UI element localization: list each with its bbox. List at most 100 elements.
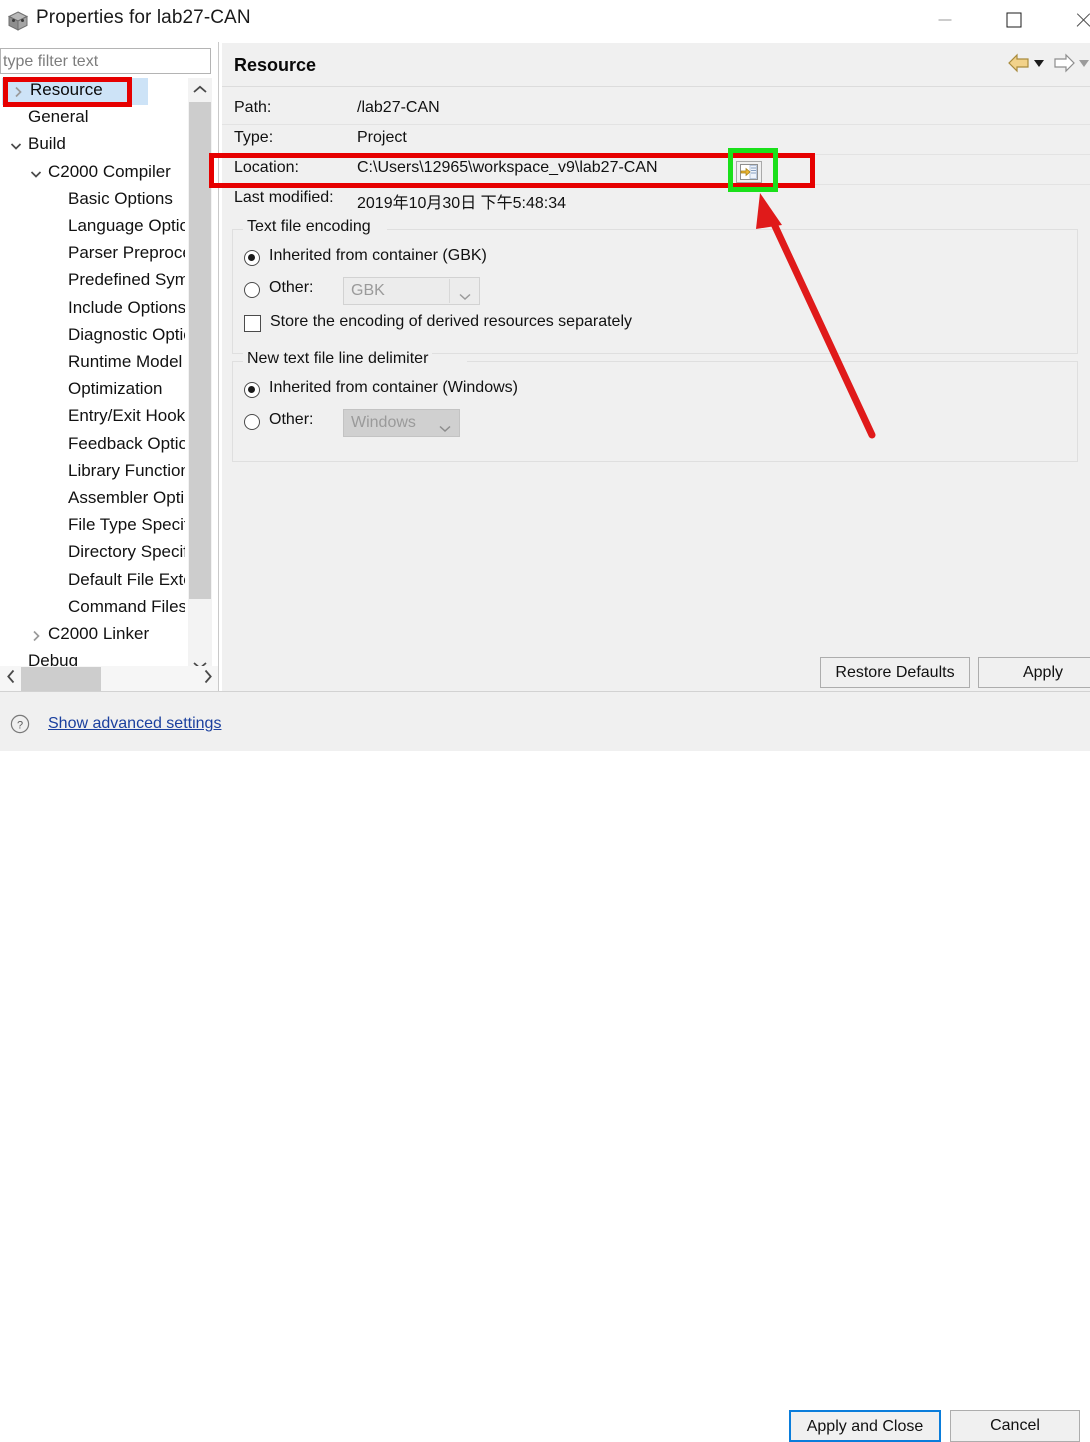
- properties-dialog: Properties for lab27-CAN type filter tex…: [0, 0, 1090, 751]
- window-title: Properties for lab27-CAN: [36, 7, 251, 29]
- tree-horizontal-scrollbar[interactable]: [0, 666, 219, 692]
- sidebar-item-feedback-options[interactable]: Feedback Options: [0, 432, 185, 459]
- apply-and-close-button[interactable]: Apply and Close: [789, 1410, 941, 1442]
- sidebar-item-debug[interactable]: Debug: [0, 649, 185, 666]
- chevron-up-icon: [193, 81, 207, 99]
- chevron-down-icon[interactable]: [10, 140, 22, 152]
- chevron-right-icon[interactable]: [30, 630, 42, 642]
- panel-divider: [218, 42, 219, 692]
- sidebar-item-c2000-linker[interactable]: C2000 Linker: [0, 622, 185, 649]
- sidebar-item-label: Library Function Assumptions: [68, 461, 185, 481]
- sidebar-item-library-function-assumptions[interactable]: Library Function Assumptions: [0, 459, 185, 486]
- filter-placeholder: type filter text: [3, 53, 98, 71]
- last-modified-row: Last modified: 2019年10月30日 下午5:48:34: [222, 185, 1090, 214]
- sidebar-item-label: Build: [28, 134, 66, 154]
- sidebar-item-predefined-symbols[interactable]: Predefined Symbols: [0, 268, 185, 295]
- sidebar-item-optimization[interactable]: Optimization: [0, 377, 185, 404]
- encoding-select-value: GBK: [351, 282, 385, 300]
- delimiter-select[interactable]: Windows: [343, 409, 460, 437]
- browse-location-button[interactable]: [736, 161, 762, 183]
- forward-dropdown-icon[interactable]: [1077, 52, 1090, 78]
- sidebar-item-label: Directory Specifier: [68, 542, 185, 562]
- cancel-button[interactable]: Cancel: [950, 1410, 1080, 1442]
- maximize-icon: [1007, 13, 1022, 28]
- chevron-down-icon: [459, 288, 471, 306]
- sidebar-item-file-type-specifier[interactable]: File Type Specifier: [0, 513, 185, 540]
- close-button[interactable]: [1060, 0, 1090, 40]
- delimiter-other-label: Other:: [269, 411, 313, 429]
- tree-vertical-scrollbar[interactable]: [188, 78, 212, 678]
- path-row: Path: /lab27-CAN: [222, 95, 1090, 124]
- sidebar-item-build[interactable]: Build: [0, 132, 185, 159]
- apply-button[interactable]: Apply: [978, 657, 1090, 688]
- type-label: Type:: [234, 129, 273, 147]
- chevron-down-icon[interactable]: [30, 168, 42, 180]
- sidebar-item-language-options[interactable]: Language Options: [0, 214, 185, 241]
- back-dropdown-icon[interactable]: [1032, 52, 1046, 78]
- minimize-button[interactable]: [922, 0, 968, 40]
- forward-arrow-icon[interactable]: [1052, 52, 1076, 78]
- sidebar-item-label: Language Options: [68, 216, 185, 236]
- sidebar-item-runtime-model-options[interactable]: Runtime Model Options: [0, 350, 185, 377]
- chevron-right-icon: [204, 670, 213, 689]
- settings-tree[interactable]: Resource General Build C2000 Compiler Basic …: [0, 78, 219, 690]
- delimiter-group-legend: New text file line delimiter: [243, 350, 432, 368]
- location-label: Location:: [234, 159, 299, 177]
- page-title: Resource: [234, 55, 316, 76]
- encoding-select[interactable]: GBK: [343, 277, 480, 305]
- chevron-left-icon: [7, 670, 16, 689]
- sidebar-item-directory-specifier[interactable]: Directory Specifier: [0, 540, 185, 567]
- question-mark-icon[interactable]: ?: [10, 714, 30, 734]
- sidebar-item-resource[interactable]: Resource: [2, 78, 148, 105]
- sidebar-item-default-file-extensions[interactable]: Default File Extensions: [0, 568, 185, 595]
- sidebar-item-include-options[interactable]: Include Options: [0, 296, 185, 323]
- encoding-inherited-label: Inherited from container (GBK): [269, 247, 487, 265]
- last-modified-label: Last modified:: [234, 189, 334, 207]
- chevron-right-icon[interactable]: [12, 86, 24, 98]
- sidebar-item-entry-exit-hook-options[interactable]: Entry/Exit Hook Options: [0, 404, 185, 431]
- sidebar-item-label: Resource: [30, 80, 103, 100]
- sidebar-item-basic-options[interactable]: Basic Options: [0, 187, 185, 214]
- scroll-right-button[interactable]: [197, 666, 219, 692]
- encoding-inherited-radio[interactable]: [244, 250, 260, 266]
- search-input[interactable]: type filter text: [0, 48, 211, 74]
- resource-page: Resource Path: /lab27-CAN Type: Projec: [222, 43, 1090, 691]
- project-cube-icon: [6, 9, 30, 33]
- line-delimiter-group: New text file line delimiter Inherited f…: [232, 361, 1078, 462]
- scroll-up-button[interactable]: [188, 78, 212, 102]
- path-value: /lab27-CAN: [357, 99, 440, 117]
- encoding-group-legend: Text file encoding: [243, 218, 375, 236]
- sidebar-item-assembler-options[interactable]: Assembler Options: [0, 486, 185, 513]
- sidebar-item-label: General: [28, 107, 88, 127]
- last-modified-value: 2019年10月30日 下午5:48:34: [357, 189, 566, 213]
- delimiter-other-radio[interactable]: [244, 414, 260, 430]
- type-row: Type: Project: [222, 125, 1090, 154]
- restore-defaults-button[interactable]: Restore Defaults: [820, 657, 970, 688]
- scrollbar-thumb-vertical[interactable]: [189, 102, 211, 599]
- encoding-other-radio[interactable]: [244, 282, 260, 298]
- location-row: Location: C:\Users\12965\workspace_v9\la…: [222, 155, 1090, 184]
- sidebar-item-label: File Type Specifier: [68, 515, 185, 535]
- sidebar-item-parser-preprocessing[interactable]: Parser Preprocessing: [0, 241, 185, 268]
- sidebar-item-label: Command Files: [68, 597, 185, 617]
- store-encoding-checkbox[interactable]: [244, 315, 261, 332]
- scroll-left-button[interactable]: [0, 666, 22, 692]
- scrollbar-thumb-horizontal[interactable]: [21, 667, 101, 691]
- sidebar-item-label: C2000 Linker: [48, 624, 149, 644]
- chevron-down-icon: [439, 420, 451, 438]
- title-bar: Properties for lab27-CAN: [0, 0, 1090, 42]
- location-value: C:\Users\12965\workspace_v9\lab27-CAN: [357, 159, 658, 177]
- sidebar-item-general[interactable]: General: [0, 105, 185, 132]
- sidebar-item-label: Optimization: [68, 379, 162, 399]
- sidebar-item-diagnostic-options[interactable]: Diagnostic Options: [0, 323, 185, 350]
- sidebar-item-label: Debug: [28, 651, 78, 666]
- sidebar-item-label: Entry/Exit Hook Options: [68, 406, 185, 426]
- back-arrow-icon[interactable]: [1007, 52, 1031, 78]
- sidebar-item-c2000-compiler[interactable]: C2000 Compiler: [0, 160, 185, 187]
- sidebar-item-label: Include Options: [68, 298, 185, 318]
- delimiter-inherited-radio[interactable]: [244, 382, 260, 398]
- sidebar-item-label: C2000 Compiler: [48, 162, 171, 182]
- maximize-button[interactable]: [991, 0, 1037, 40]
- sidebar-item-command-files[interactable]: Command Files: [0, 595, 185, 622]
- show-advanced-settings-link[interactable]: Show advanced settings: [48, 715, 221, 733]
